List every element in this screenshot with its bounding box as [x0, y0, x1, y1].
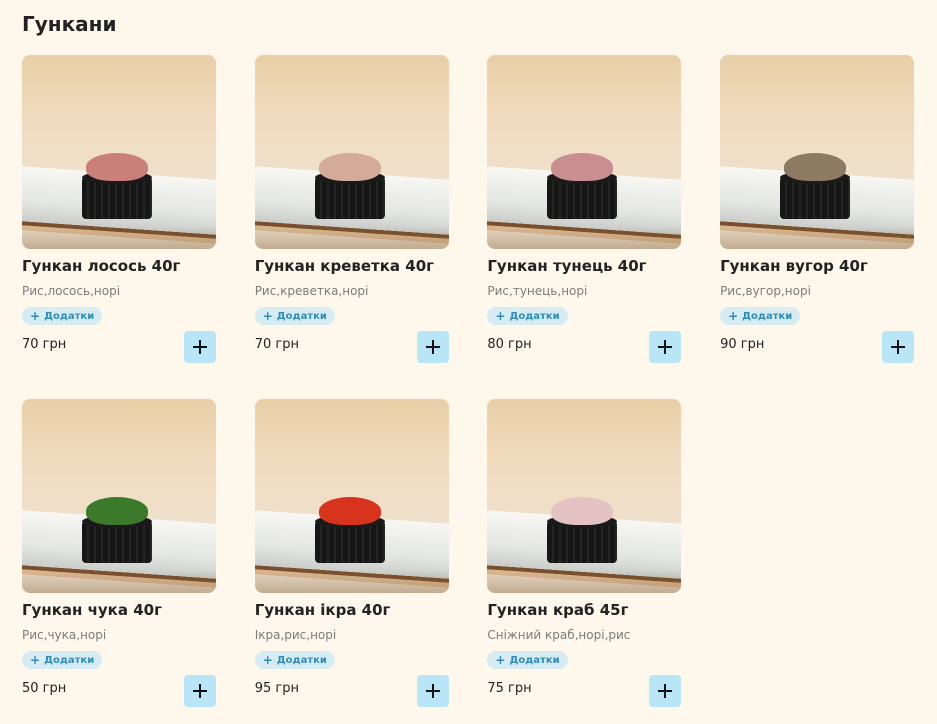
add-to-cart-button[interactable] [184, 675, 216, 707]
section-title: Гункани [22, 12, 117, 36]
plus-icon: + [262, 653, 273, 667]
product-card[interactable]: Гункан краб 45г Сніжний краб,норі,рис + … [487, 399, 682, 724]
addons-button[interactable]: + Додатки [487, 307, 568, 325]
plus-icon [425, 340, 440, 354]
product-ingredients: Сніжний краб,норі,рис [487, 628, 631, 642]
product-card[interactable]: Гункан чука 40г Рис,чука,норі + Додатки … [22, 399, 216, 724]
product-ingredients: Рис,креветка,норі [254, 284, 369, 298]
plus-icon: + [728, 309, 739, 323]
topping-shape [551, 497, 614, 525]
add-to-cart-button[interactable] [184, 331, 216, 363]
addons-label: Додатки [44, 654, 95, 666]
plus-icon [193, 340, 207, 354]
product-name[interactable]: Гункан краб 45г [487, 601, 628, 619]
plus-icon: + [30, 309, 41, 323]
plus-icon [193, 684, 207, 698]
addons-label: Додатки [276, 310, 327, 322]
addons-button[interactable]: + Додатки [254, 307, 335, 325]
product-card[interactable]: Гункан вугор 40г Рис,вугор,норі + Додатк… [720, 55, 915, 380]
product-card[interactable]: Гункан лосось 40г Рис,лосось,норі + Дода… [22, 55, 216, 380]
topping-shape [318, 153, 381, 181]
addons-button[interactable]: + Додатки [22, 651, 103, 669]
product-grid: Гункан лосось 40г Рис,лосось,норі + Дода… [22, 55, 915, 724]
add-to-cart-button[interactable] [882, 331, 915, 363]
product-price: 50 грн [22, 681, 67, 696]
product-price: 95 грн [254, 681, 299, 696]
product-ingredients: Рис,вугор,норі [720, 284, 811, 298]
product-price: 70 грн [22, 337, 67, 352]
add-to-cart-button[interactable] [649, 331, 682, 363]
product-price: 90 грн [720, 337, 765, 352]
topping-shape [318, 497, 381, 525]
product-price: 75 грн [487, 681, 532, 696]
plus-icon: + [262, 309, 273, 323]
addons-button[interactable]: + Додатки [22, 307, 103, 325]
topping-shape [86, 497, 148, 525]
product-card[interactable]: Гункан креветка 40г Рис,креветка,норі + … [254, 55, 449, 380]
addons-button[interactable]: + Додатки [254, 651, 335, 669]
addons-label: Додатки [276, 654, 327, 666]
product-ingredients: Ікра,рис,норі [254, 628, 337, 642]
plus-icon: + [495, 653, 506, 667]
product-image[interactable] [720, 55, 915, 249]
addons-label: Додатки [509, 654, 560, 666]
product-image[interactable] [254, 399, 449, 593]
plus-icon: + [495, 309, 506, 323]
product-ingredients: Рис,чука,норі [22, 628, 107, 642]
addons-label: Додатки [44, 310, 95, 322]
addons-label: Додатки [509, 310, 560, 322]
plus-icon [658, 684, 673, 698]
product-image[interactable] [487, 55, 682, 249]
product-card[interactable]: Гункан ікра 40г Ікра,рис,норі + Додатки … [254, 399, 449, 724]
topping-shape [86, 153, 148, 181]
add-to-cart-button[interactable] [416, 331, 449, 363]
plus-icon [425, 684, 440, 698]
product-price: 70 грн [254, 337, 299, 352]
topping-shape [551, 153, 614, 181]
product-name[interactable]: Гункан чука 40г [22, 601, 162, 619]
product-name[interactable]: Гункан креветка 40г [255, 257, 434, 275]
product-ingredients: Рис,тунець,норі [487, 284, 588, 298]
plus-icon [658, 340, 673, 354]
addons-button[interactable]: + Додатки [720, 307, 801, 325]
addons-label: Додатки [742, 310, 793, 322]
product-card[interactable]: Гункан тунець 40г Рис,тунець,норі + Дода… [487, 55, 682, 380]
product-price: 80 грн [487, 337, 532, 352]
product-image[interactable] [487, 399, 682, 593]
product-ingredients: Рис,лосось,норі [22, 284, 121, 298]
add-to-cart-button[interactable] [416, 675, 449, 707]
addons-button[interactable]: + Додатки [487, 651, 568, 669]
plus-icon: + [30, 653, 41, 667]
product-image[interactable] [254, 55, 449, 249]
product-image[interactable] [22, 55, 216, 249]
product-image[interactable] [22, 399, 216, 593]
product-name[interactable]: Гункан лосось 40г [22, 257, 180, 275]
add-to-cart-button[interactable] [649, 675, 682, 707]
product-name[interactable]: Гункан вугор 40г [720, 257, 868, 275]
plus-icon [891, 340, 906, 354]
product-name[interactable]: Гункан ікра 40г [255, 601, 391, 619]
product-name[interactable]: Гункан тунець 40г [487, 257, 646, 275]
topping-shape [784, 153, 847, 181]
